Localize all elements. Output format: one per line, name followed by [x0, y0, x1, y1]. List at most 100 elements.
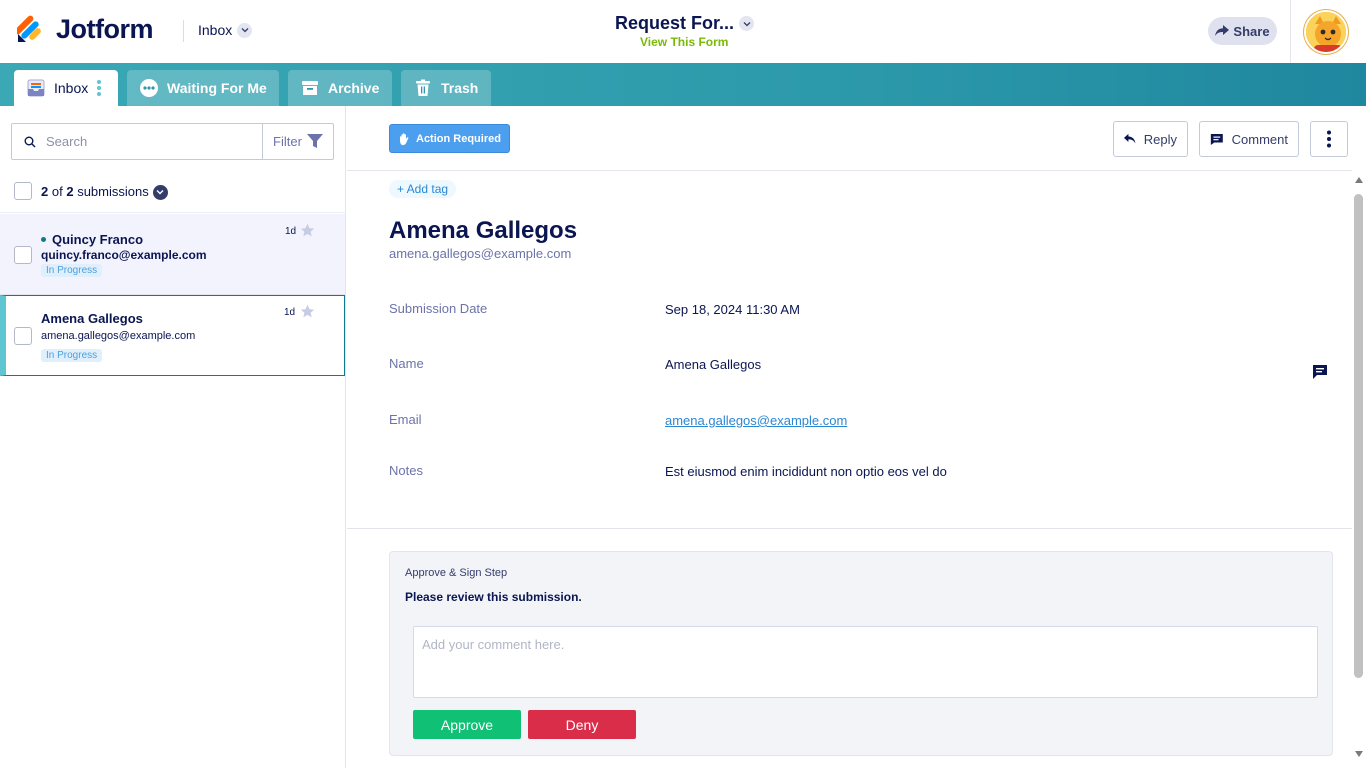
submission-email: quincy.franco@example.com	[41, 248, 207, 262]
submission-email: amena.gallegos@example.com	[41, 330, 196, 342]
count-suffix: submissions	[77, 183, 149, 199]
form-title: Request For...	[615, 13, 735, 33]
submission-age: 1d	[285, 226, 297, 237]
tab-waiting-for-me[interactable]: Waiting For Me	[127, 70, 279, 106]
submission-count-row: 2 of 2 submissions	[0, 170, 345, 213]
share-arrow-icon	[1215, 25, 1230, 36]
tab-inbox[interactable]: Inbox	[14, 70, 118, 106]
avatar-divider	[1290, 0, 1291, 63]
status-badge: In Progress	[41, 349, 103, 362]
inbox-context-label: Inbox	[198, 22, 233, 38]
tab-label: Inbox	[54, 80, 89, 96]
user-avatar[interactable]	[1304, 10, 1348, 54]
tab-trash[interactable]: Trash	[401, 70, 491, 106]
brand-name: Jotform	[56, 14, 154, 44]
field-label-email: Email	[389, 412, 422, 427]
comment-label: Comment	[1231, 131, 1288, 147]
archive-box-icon	[300, 78, 320, 98]
submission-name-row: Amena Gallegos	[41, 311, 143, 326]
comment-button[interactable]: Comment	[1199, 121, 1299, 157]
trash-can-icon	[413, 78, 433, 98]
reply-button[interactable]: Reply	[1113, 121, 1188, 157]
submission-name-row: Quincy Franco	[41, 232, 143, 247]
field-comment-icon[interactable]	[1312, 364, 1328, 380]
hand-icon	[400, 132, 409, 145]
inbox-tab-bar: Inbox Waiting For Me Archive Trash	[0, 63, 1366, 106]
submission-checkbox[interactable]	[14, 246, 32, 264]
more-options-button[interactable]	[1310, 121, 1348, 157]
tab-options-icon[interactable]	[97, 80, 102, 96]
deny-button[interactable]: Deny	[528, 710, 636, 739]
inbox-tray-icon	[26, 78, 46, 98]
submitter-email: amena.gallegos@example.com	[389, 246, 572, 261]
form-title-area: Request For... View This Form	[615, 13, 765, 49]
search-bar: Filter	[11, 123, 334, 160]
field-value-notes: Est eiusmod enim incididunt non optio eo…	[665, 464, 947, 479]
detail-scrollbar[interactable]	[1352, 173, 1366, 768]
chevron-down-icon	[739, 16, 755, 31]
share-label: Share	[1233, 23, 1270, 39]
approval-step-card: Approve & Sign Step Please review this s…	[389, 551, 1333, 756]
search-input[interactable]	[46, 134, 246, 149]
field-value-email-link[interactable]: amena.gallegos@example.com	[665, 413, 847, 428]
list-item[interactable]: Amena Gallegos amena.gallegos@example.co…	[0, 295, 345, 376]
approval-step-title: Approve & Sign Step	[405, 567, 508, 579]
field-label-submission-date: Submission Date	[389, 301, 488, 316]
tab-label: Trash	[441, 80, 479, 96]
field-label-name: Name	[389, 356, 424, 371]
scroll-up-arrow-icon[interactable]	[1355, 177, 1363, 183]
star-icon[interactable]	[300, 304, 315, 319]
view-form-link[interactable]: View This Form	[640, 35, 728, 49]
top-header: Jotform Inbox Request For... View This F…	[0, 0, 1366, 63]
inbox-context-dropdown[interactable]: Inbox	[198, 22, 253, 38]
header-divider	[183, 20, 184, 42]
count-total: 2	[66, 183, 74, 199]
action-required-button[interactable]: Action Required	[389, 124, 510, 153]
field-value-submission-date: Sep 18, 2024 11:30 AM	[665, 302, 800, 317]
scrollbar-thumb[interactable]	[1354, 194, 1363, 678]
submission-list-panel: Filter 2 of 2 submissions Quincy Franco …	[0, 106, 346, 768]
submission-name: Amena Gallegos	[41, 311, 143, 326]
ellipsis-circle-icon	[139, 78, 159, 98]
add-tag-button[interactable]: + Add tag	[389, 180, 457, 198]
approve-button[interactable]: Approve	[413, 710, 521, 739]
jotform-logo[interactable]: Jotform	[17, 14, 154, 44]
field-value-name: Amena Gallegos	[665, 357, 762, 372]
submitter-name: Amena Gallegos	[389, 217, 578, 244]
search-icon	[24, 136, 36, 147]
submission-count[interactable]: 2 of 2 submissions	[41, 183, 168, 200]
chevron-down-icon	[152, 184, 168, 200]
submission-detail-panel: Action Required Reply Comment + Add tag …	[347, 106, 1352, 768]
tab-archive[interactable]: Archive	[288, 70, 392, 106]
comment-bubble-icon	[1210, 133, 1223, 145]
reply-label: Reply	[1143, 131, 1177, 147]
submission-checkbox[interactable]	[14, 327, 32, 345]
filter-button[interactable]: Filter	[262, 124, 333, 159]
field-label-notes: Notes	[389, 463, 423, 478]
list-item[interactable]: Quincy Franco quincy.franco@example.com …	[0, 214, 345, 295]
section-divider	[347, 528, 1352, 529]
reply-arrow-icon	[1124, 133, 1136, 144]
scroll-down-arrow-icon[interactable]	[1355, 751, 1363, 757]
select-all-checkbox[interactable]	[14, 182, 32, 200]
submission-age: 1d	[284, 307, 296, 318]
funnel-icon	[306, 134, 323, 148]
action-required-label: Action Required	[416, 132, 501, 145]
star-icon[interactable]	[300, 223, 315, 238]
approval-step-message: Please review this submission.	[405, 590, 582, 604]
status-badge: In Progress	[41, 264, 103, 277]
detail-toolbar: Action Required Reply Comment	[347, 106, 1352, 171]
search-field[interactable]	[12, 124, 262, 159]
tab-label: Waiting For Me	[167, 80, 267, 96]
tab-label: Archive	[328, 80, 380, 96]
submission-name: Quincy Franco	[52, 232, 144, 247]
chevron-down-icon	[237, 22, 253, 38]
unread-dot-icon	[41, 237, 46, 242]
form-title-dropdown[interactable]: Request For...	[615, 13, 765, 34]
cat-avatar-icon	[1306, 12, 1346, 52]
count-shown: 2	[41, 183, 49, 199]
count-of: of	[51, 183, 63, 199]
filter-label: Filter	[273, 134, 302, 149]
share-button[interactable]: Share	[1208, 17, 1277, 45]
approval-comment-input[interactable]	[413, 626, 1318, 698]
